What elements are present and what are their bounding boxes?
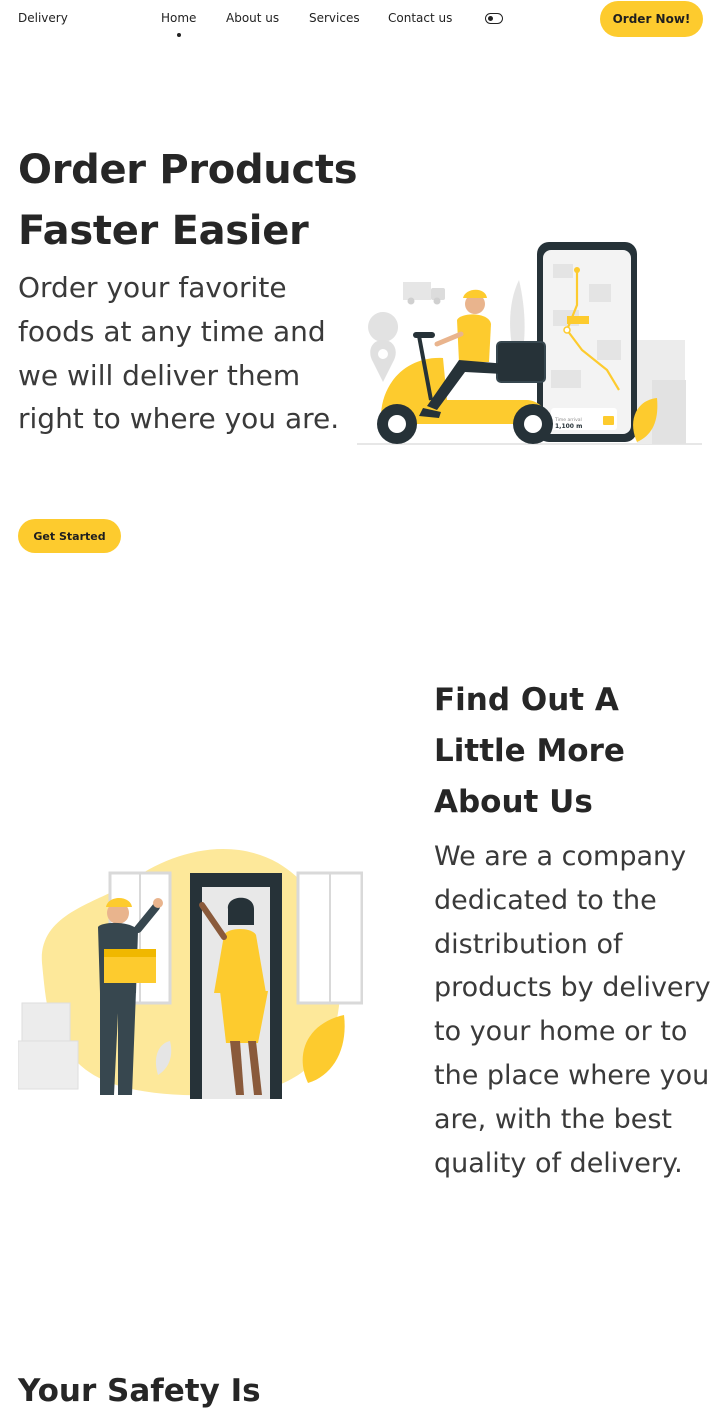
nav-home[interactable]: Home — [161, 11, 196, 25]
hero-description: Order your favorite foods at any time an… — [18, 271, 340, 436]
about-title-line1: Find Out A Little More — [434, 682, 625, 769]
active-indicator — [177, 33, 181, 37]
about-title: Find Out A Little More About Us — [434, 675, 714, 828]
logo[interactable]: Delivery — [18, 11, 68, 25]
hero-title: Order Products Faster Easier — [18, 140, 358, 262]
about-description: We are a company dedicated to the distri… — [434, 841, 711, 1179]
delivery-scooter-illustration: Time arrival 1,100 m — [357, 242, 702, 445]
nav-contact-us[interactable]: Contact us — [388, 11, 452, 25]
order-now-button[interactable]: Order Now! — [600, 1, 703, 37]
about-title-line2: About Us — [434, 784, 593, 820]
toggle-knob — [488, 15, 493, 21]
delivery-handover-illustration — [18, 849, 363, 1099]
theme-toggle-icon[interactable] — [485, 13, 503, 24]
safety-title: Your Safety Is — [18, 1373, 261, 1409]
site-header: Delivery Home About us Services Contact … — [0, 0, 720, 40]
hero-title-line2: Faster Easier — [18, 208, 309, 254]
phone-distance: 1,100 m — [555, 423, 582, 430]
get-started-button[interactable]: Get Started — [18, 519, 121, 553]
nav-services[interactable]: Services — [309, 11, 360, 25]
hero-title-line1: Order Products — [18, 147, 358, 193]
nav-about-us[interactable]: About us — [226, 11, 279, 25]
